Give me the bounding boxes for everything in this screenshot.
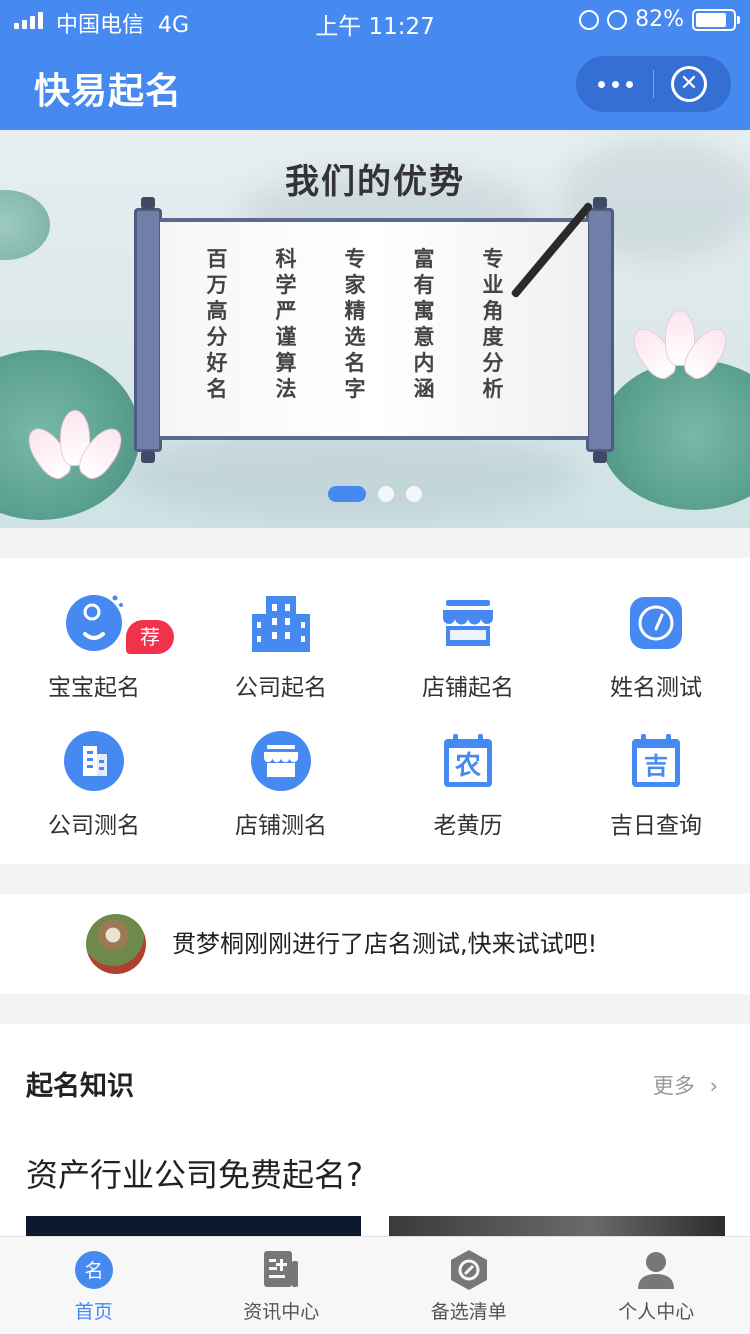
tab-label: 个人中心 [618,1301,695,1323]
more-link[interactable]: 更多 › [653,1070,718,1100]
article-thumbnail[interactable] [389,1216,725,1236]
calendar-glyph: 农 [454,751,481,781]
bottom-tab-bar: 名 首页 资讯中心 备选清单 个人中心 [0,1236,750,1334]
service-label: 店铺起名 [422,675,514,701]
chevron-right-icon: › [709,1074,718,1098]
title-bar: 中国电信 4G 上午 11:27 82% 快易起名 ✕ [0,0,750,130]
storefront-icon [437,592,499,654]
battery-icon [692,8,740,31]
app-title: 快易起名 [34,71,183,112]
store-circle-icon [250,730,312,792]
status-right: 82% [579,7,740,32]
carousel-dot-2[interactable] [378,486,394,502]
recommend-badge: 荐 [126,620,174,654]
banner-carousel[interactable]: 我们的优势 百万高分好名 科学严谨算法 专家精选名字 富有寓意内涵 专业角度分析 [0,130,750,528]
calendar-glyph: 吉 [644,752,668,780]
more-label: 更多 [652,1074,695,1098]
tab-label: 首页 [74,1301,113,1323]
link-hexagon-icon [448,1249,490,1291]
service-lucky-day[interactable]: 吉 吉日查询 [562,730,750,840]
service-label: 吉日查询 [610,813,702,839]
person-icon [635,1249,677,1291]
service-label: 公司起名 [235,675,327,701]
service-label: 老黄历 [433,813,503,839]
advantage-columns: 百万高分好名 科学严谨算法 专家精选名字 富有寓意内涵 专业角度分析 [205,246,505,416]
banner-headline: 我们的优势 [285,162,465,202]
service-grid: 荐 宝宝起名 公司起名 店铺起名 姓名测试 公司测名 店铺测名 农 老黄历 吉 … [0,558,750,864]
service-label: 姓名测试 [610,675,702,701]
tab-label: 资讯中心 [243,1301,320,1323]
baby-face-icon [63,592,125,654]
advantage-col-2: 科学严谨算法 [275,247,297,401]
office-building-icon [250,592,312,654]
building-circle-icon [63,730,125,792]
service-store-naming[interactable]: 店铺起名 [374,592,562,702]
tab-news[interactable]: 资讯中心 [188,1237,376,1334]
service-label: 宝宝起名 [48,675,140,701]
activity-notice[interactable]: 贯梦桐刚刚进行了店名测试,快来试试吧! [0,894,750,994]
service-label: 公司测名 [48,813,140,839]
advantage-col-4: 富有寓意内涵 [413,247,435,401]
miniprogram-capsule: ✕ [576,56,731,112]
capsule-divider [653,70,654,98]
service-company-naming[interactable]: 公司起名 [187,592,375,702]
service-almanac[interactable]: 农 老黄历 [374,730,562,840]
close-icon[interactable]: ✕ [671,66,707,102]
advantage-col-5: 专业角度分析 [482,247,504,401]
tab-shortlist[interactable]: 备选清单 [375,1237,563,1334]
article-title[interactable]: 资产行业公司免费起名? [26,1150,363,1196]
tab-profile[interactable]: 个人中心 [563,1237,750,1334]
service-store-test[interactable]: 店铺测名 [187,730,375,840]
gauge-icon [625,592,687,654]
carousel-dot-3[interactable] [406,486,422,502]
carousel-indicator [0,486,750,502]
avatar [86,914,146,974]
scroll-roller-left [134,197,162,463]
news-doc-icon [260,1249,302,1291]
scroll-roller-right [586,197,614,463]
section-title: 起名知识 [26,1071,134,1102]
calendar-nong-icon: 农 [437,730,499,792]
advantage-col-1: 百万高分好名 [206,247,228,401]
service-company-test[interactable]: 公司测名 [0,730,188,840]
carousel-dot-1[interactable] [328,486,366,502]
battery-percent: 82% [635,7,684,32]
article-thumbnail[interactable] [26,1216,361,1236]
alarm-icon [607,9,628,30]
tab-label: 备选清单 [430,1301,507,1323]
rotation-lock-icon [579,9,600,30]
status-bar: 中国电信 4G 上午 11:27 82% [0,0,750,42]
advantage-col-3: 专家精选名字 [344,247,366,401]
tab-home[interactable]: 名 首页 [0,1237,188,1334]
calendar-ji-icon: 吉 [625,730,687,792]
more-menu-button[interactable] [576,56,654,112]
home-name-icon: 名 [73,1249,115,1291]
service-name-test[interactable]: 姓名测试 [562,592,750,702]
naming-knowledge-section: 起名知识 更多 › 资产行业公司免费起名? [0,1024,750,1236]
service-label: 店铺测名 [235,813,327,839]
service-baby-naming[interactable]: 荐 宝宝起名 [0,592,188,702]
notice-text: 贯梦桐刚刚进行了店名测试,快来试试吧! [172,930,598,958]
tab-glyph: 名 [84,1260,103,1282]
